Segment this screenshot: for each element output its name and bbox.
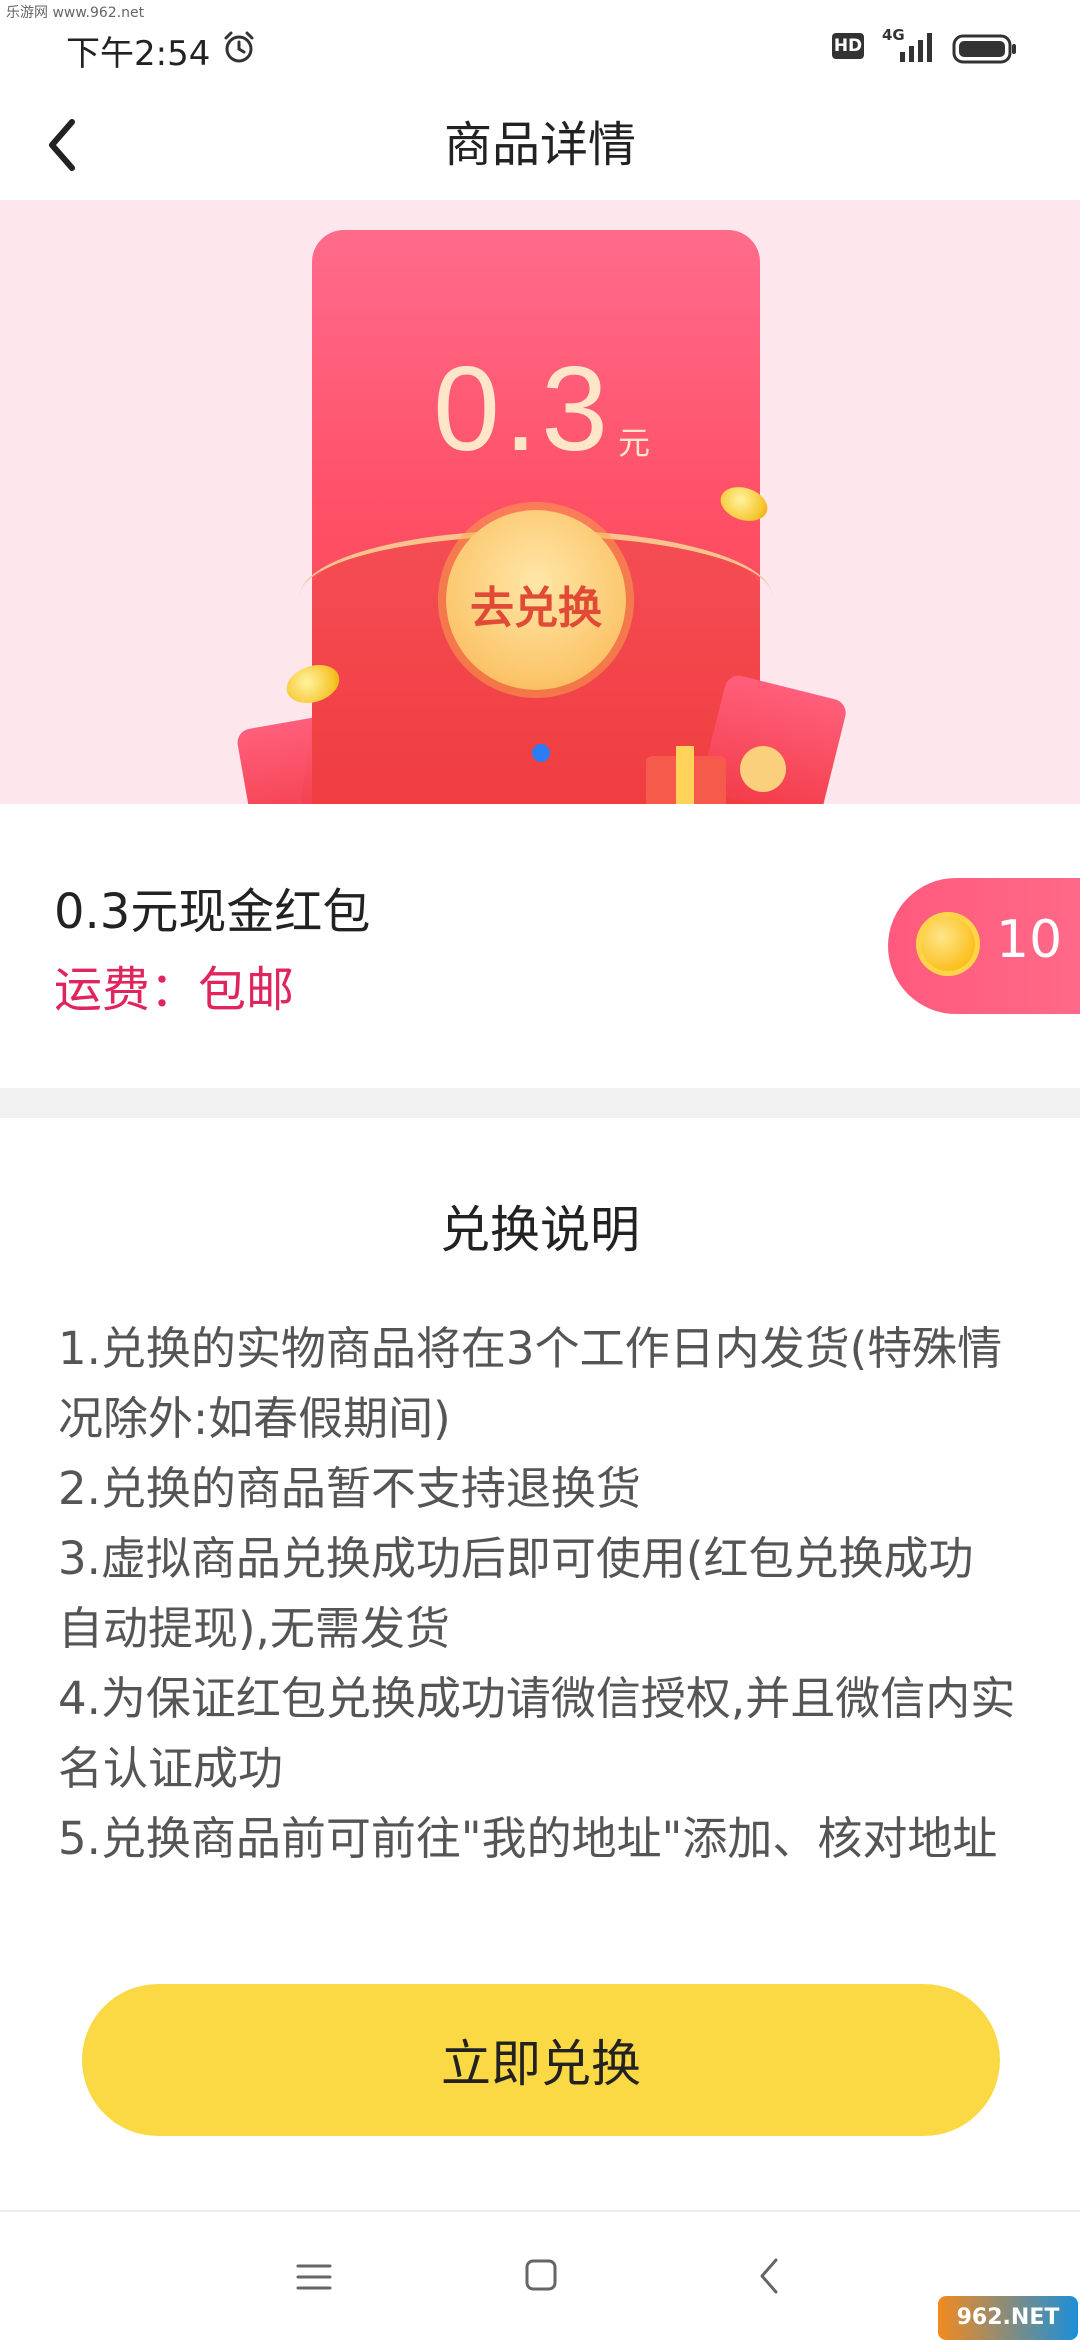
back-arrow-icon[interactable] bbox=[36, 110, 106, 180]
header: 商品详情 bbox=[0, 90, 1080, 200]
status-bar: 乐游网 www.962.net 下午2:54 HD 4G bbox=[0, 0, 1080, 90]
envelope-seal bbox=[740, 746, 786, 792]
hd-badge: HD bbox=[832, 33, 864, 59]
carousel-indicator-dot[interactable] bbox=[532, 744, 550, 762]
shipping-label: 运费：包邮 bbox=[54, 962, 295, 1018]
redeem-seal-label: 去兑换 bbox=[470, 583, 602, 634]
nav-back-icon[interactable] bbox=[756, 2256, 782, 2296]
battery-icon bbox=[952, 34, 1016, 64]
product-name: 0.3元现金红包 bbox=[54, 884, 371, 940]
note-item: 5.兑换商品前可前往"我的地址"添加、核对地址 bbox=[58, 1812, 998, 1865]
alarm-icon bbox=[224, 31, 254, 63]
page-title: 商品详情 bbox=[443, 117, 636, 173]
watermark-text: 乐游网 www.962.net bbox=[6, 5, 145, 21]
note-item: 4.为保证红包兑换成功请微信授权,并且微信内实名认证成功 bbox=[58, 1672, 1016, 1795]
section-divider bbox=[0, 1088, 1080, 1118]
price-value: 10 bbox=[996, 910, 1063, 970]
note-item: 3.虚拟商品兑换成功后即可使用(红包兑换成功自动提现),无需发货 bbox=[58, 1532, 974, 1655]
watermark-logo: 962.NET bbox=[938, 2296, 1078, 2340]
coin-icon bbox=[916, 912, 980, 976]
redeem-now-button[interactable]: 立即兑换 bbox=[82, 1984, 1000, 2136]
signal-icon bbox=[900, 33, 932, 62]
notes-list: 1.兑换的实物商品将在3个工作日内发货(特殊情况除外:如春假期间) 2.兑换的商… bbox=[58, 1314, 1018, 1904]
status-time: 下午2:54 bbox=[66, 34, 211, 74]
envelope-amount: 0.3 bbox=[433, 342, 612, 476]
note-item: 1.兑换的实物商品将在3个工作日内发货(特殊情况除外:如春假期间) bbox=[58, 1322, 1003, 1445]
home-icon[interactable] bbox=[524, 2258, 558, 2292]
product-banner[interactable]: 0.3 元 去兑换 bbox=[0, 200, 1080, 804]
menu-icon[interactable] bbox=[296, 2260, 332, 2294]
system-nav-bar: 962.NET bbox=[0, 2210, 1080, 2342]
notes-title: 兑换说明 bbox=[440, 1201, 640, 1259]
gift-ribbon bbox=[676, 746, 694, 804]
envelope-amount-unit: 元 bbox=[618, 424, 651, 462]
note-item: 2.兑换的商品暂不支持退换货 bbox=[58, 1462, 641, 1515]
product-info: 0.3元现金红包 运费：包邮 10 bbox=[0, 804, 1080, 1088]
redemption-notes: 兑换说明 1.兑换的实物商品将在3个工作日内发货(特殊情况除外:如春假期间) 2… bbox=[0, 1118, 1080, 1918]
